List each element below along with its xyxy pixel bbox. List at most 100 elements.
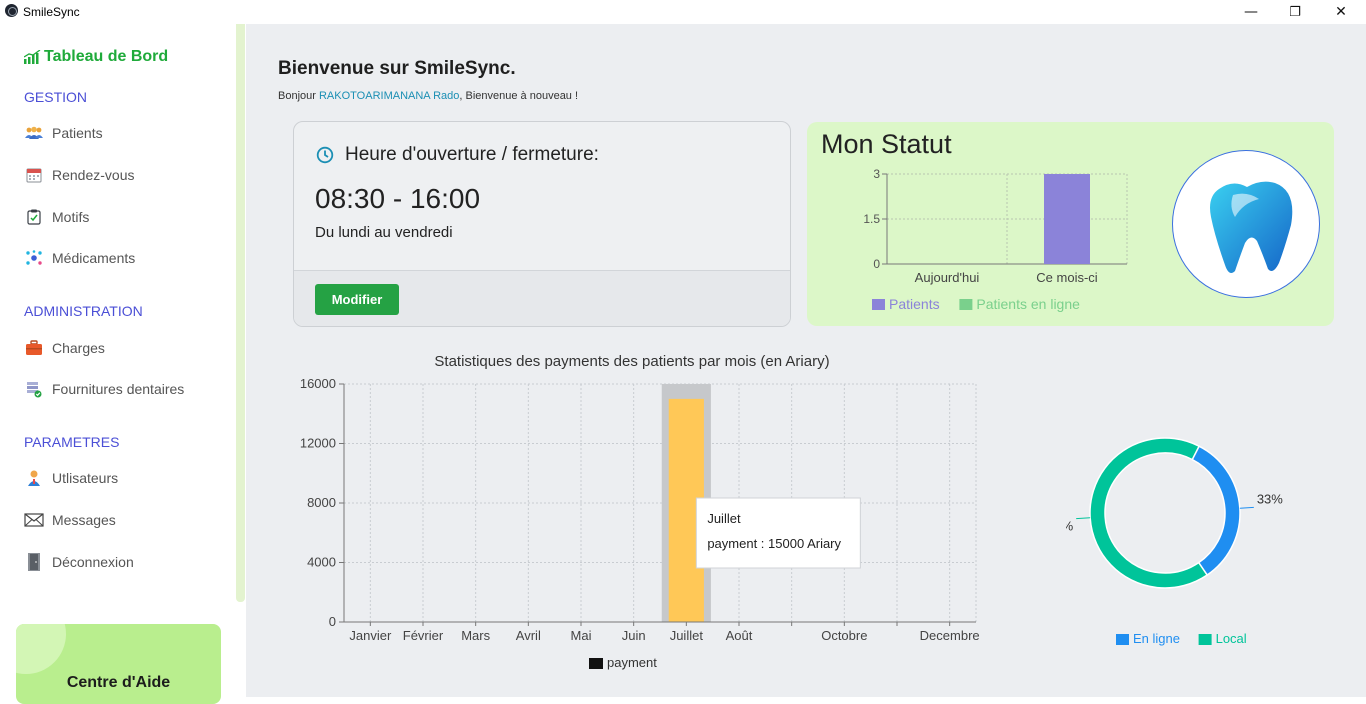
maximize-button[interactable]: ❐: [1272, 0, 1318, 24]
dashboard-title: Tableau de Bord: [44, 48, 169, 65]
modify-hours-button[interactable]: Modifier: [315, 284, 399, 315]
greeting-prefix: Bonjour: [278, 90, 319, 102]
donut-label-leader: [1076, 517, 1091, 520]
payments-tooltip-title: Juillet: [707, 511, 741, 526]
donut-legend-label: Local: [1216, 631, 1247, 646]
payments-y-tick-label: 0: [329, 614, 336, 629]
greeting-suffix: , Bienvenue à nouveau !: [459, 90, 579, 102]
sidebar-item-charges[interactable]: Charges: [24, 338, 105, 358]
status-legend-label: Patients en ligne: [976, 296, 1080, 312]
dashboard-link[interactable]: Tableau de Bord: [24, 48, 168, 66]
opening-hours-header: Heure d'ouverture / fermeture:: [316, 144, 599, 166]
bar-chart-icon: [24, 50, 41, 64]
payments-x-tick-label: Janvier: [349, 628, 392, 643]
status-legend-swatch: [959, 299, 973, 310]
status-bar-patients: [1044, 174, 1090, 264]
help-card-decoration: [16, 624, 66, 674]
status-legend-label: Patients: [889, 296, 940, 312]
welcome-subtitle: Bonjour RAKOTOARIMANANA Rado, Bienvenue …: [278, 90, 578, 102]
payments-y-tick-label: 8000: [307, 495, 336, 510]
payments-tooltip-value: payment : 15000 Ariary: [707, 536, 841, 551]
sidebar-item-messages[interactable]: Messages: [24, 510, 116, 530]
payment-type-donut: 33% 67% En ligne Local: [1066, 437, 1283, 646]
payments-x-tick-label: Mai: [571, 628, 592, 643]
donut-slice-en-ligne: [1191, 445, 1241, 577]
sidebar-item-rendez-vous[interactable]: Rendez-vous: [24, 165, 135, 185]
sidebar-item-fournitures[interactable]: Fournitures dentaires: [24, 379, 184, 399]
door-icon: [24, 553, 44, 571]
payments-x-tick-label: Mars: [461, 628, 490, 643]
envelope-icon: [24, 511, 44, 529]
sidebar-item-label: Patients: [52, 125, 103, 141]
sidebar-item-utilisateurs[interactable]: Utlisateurs: [24, 468, 118, 488]
opening-hours-title: Heure d'ouverture / fermeture:: [345, 144, 599, 165]
sidebar-item-label: Fournitures dentaires: [52, 381, 185, 397]
sidebar-item-label: Rendez-vous: [52, 167, 135, 183]
main-content: Bienvenue sur SmileSync. Bonjour RAKOTOA…: [246, 24, 1366, 697]
payments-y-tick-label: 4000: [307, 555, 336, 570]
sidebar-item-label: Motifs: [52, 209, 90, 225]
sidebar-item-motifs[interactable]: Motifs: [24, 207, 89, 227]
payments-chart-title: Statistiques des payments des patients p…: [434, 353, 829, 370]
user-icon: [24, 469, 44, 487]
opening-hours-time: 08:30 - 16:00: [315, 183, 481, 214]
payments-x-tick-label: Août: [726, 628, 753, 643]
status-y-tick-label: 3: [873, 167, 880, 181]
calendar-icon: [24, 166, 44, 184]
status-chart: 0 1.5 3 Aujourd'hui Ce mois-ci Patients Patien…: [863, 167, 1128, 312]
payments-y-tick-label: 12000: [300, 436, 336, 451]
payments-x-tick-label: Octobre: [821, 628, 867, 643]
help-center-label: Centre d'Aide: [66, 674, 171, 691]
payments-x-tick-label: Février: [403, 628, 444, 643]
sidebar: Tableau de Bord GESTION Patients Rendez-…: [0, 24, 246, 704]
tooth-icon: [1210, 181, 1293, 273]
stock-icon: [24, 380, 44, 398]
section-parametres: PARAMETRES: [24, 434, 120, 450]
payments-x-tick-label: Avril: [516, 628, 541, 643]
opening-hours-footer: Modifier: [294, 270, 790, 326]
sidebar-item-label: Utlisateurs: [52, 470, 119, 486]
page-title: Bienvenue sur SmileSync.: [278, 58, 516, 79]
sidebar-item-deconnexion[interactable]: Déconnexion: [24, 552, 134, 572]
sidebar-scrollbar[interactable]: [236, 24, 245, 602]
donut-legend-swatch: [1198, 634, 1212, 645]
sidebar-item-label: Messages: [52, 512, 116, 528]
title-bar: SmileSync — ❐ ✕: [0, 0, 1366, 24]
donut-label-leader: [1239, 506, 1254, 509]
opening-hours-card: Heure d'ouverture / fermeture: 08:30 - 1…: [293, 121, 791, 327]
status-x-tick-label: Ce mois-ci: [1036, 270, 1098, 285]
status-card: Mon Statut 0 1.5 3 Aujourd'hui Ce mois-ci Pat…: [807, 122, 1334, 326]
payments-x-tick-label: Juillet: [670, 628, 704, 643]
payments-x-tick-label: Juin: [622, 628, 646, 643]
sidebar-item-label: Déconnexion: [52, 554, 134, 570]
payments-legend-label: payment: [607, 655, 657, 670]
briefcase-icon: [24, 339, 44, 357]
status-x-tick-label: Aujourd'hui: [915, 270, 980, 285]
sidebar-item-patients[interactable]: Patients: [24, 123, 103, 143]
payments-tooltip: Juillet payment : 15000 Ariary: [695, 497, 861, 569]
section-administration: ADMINISTRATION: [24, 303, 143, 319]
payments-chart: Statistiques des payments des patients p…: [300, 353, 980, 670]
user-name: RAKOTOARIMANANA Rado: [318, 90, 460, 102]
section-gestion: GESTION: [24, 89, 88, 105]
clock-icon: [316, 146, 334, 164]
status-y-tick-label: 1.5: [863, 212, 880, 226]
donut-percent-label: 67%: [1066, 519, 1074, 534]
payments-legend-swatch: [589, 658, 603, 669]
molecule-icon: [24, 249, 44, 267]
status-y-tick-label: 0: [873, 257, 880, 271]
payments-x-tick-label: Decembre: [920, 628, 980, 643]
minimize-button[interactable]: —: [1228, 0, 1274, 24]
window-title: SmileSync: [23, 5, 80, 19]
app-logo-icon: [5, 4, 18, 17]
close-button[interactable]: ✕: [1318, 0, 1364, 24]
payments-y-tick-label: 16000: [300, 376, 336, 391]
sidebar-item-medicaments[interactable]: Médicaments: [24, 248, 135, 268]
sidebar-item-label: Charges: [52, 340, 105, 356]
opening-days: Du lundi au vendredi: [315, 224, 453, 241]
help-center-card[interactable]: Centre d'Aide: [16, 624, 221, 704]
people-icon: [24, 124, 44, 142]
clipboard-icon: [24, 208, 44, 226]
status-legend-swatch: [872, 299, 885, 310]
donut-slice-local: [1089, 437, 1209, 589]
